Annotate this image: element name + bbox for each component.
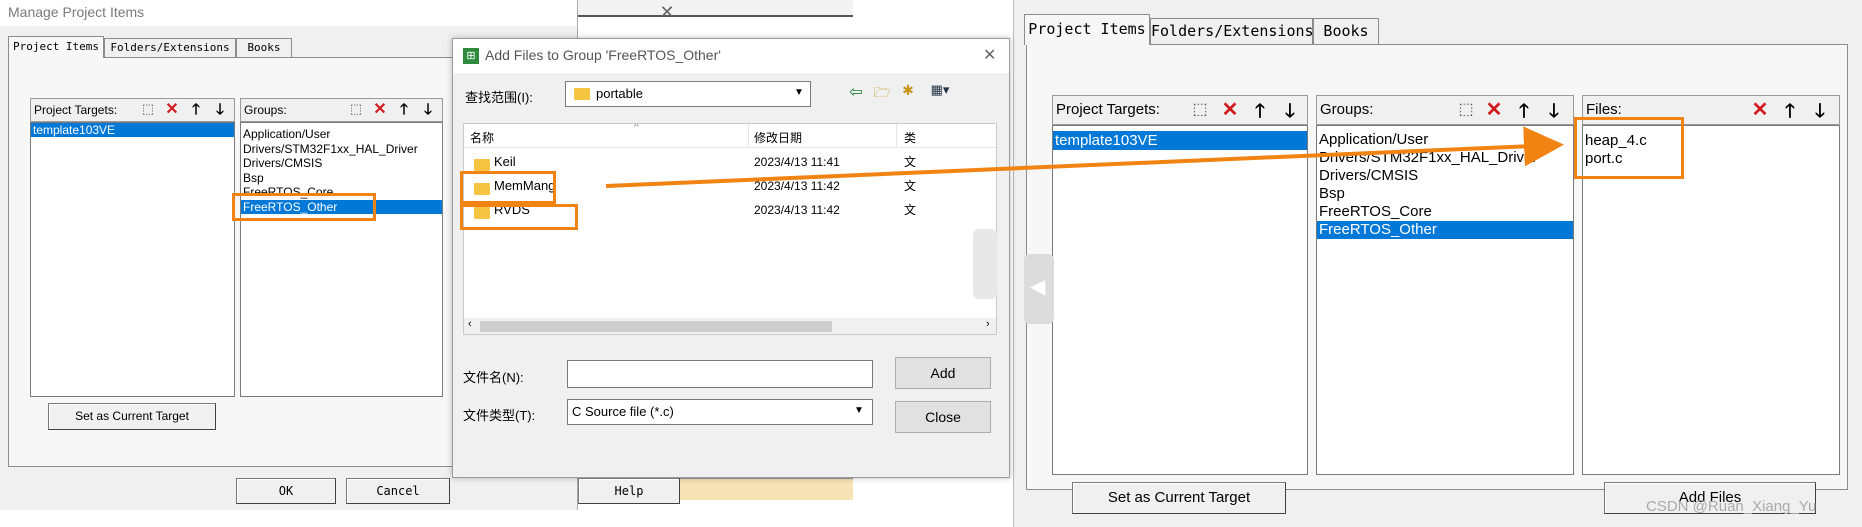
column-date[interactable]: 修改日期 <box>754 129 802 146</box>
list-item[interactable]: Application/User <box>1317 131 1573 149</box>
list-item[interactable]: template103VE <box>31 123 234 137</box>
add-files-title: Add Files to Group 'FreeRTOS_Other' <box>485 47 721 63</box>
list-item-selected[interactable]: FreeRTOS_Other <box>1317 221 1573 239</box>
chevron-down-icon: ▼ <box>854 405 864 416</box>
tab-folders-extensions[interactable]: Folders/Extensions <box>104 38 236 58</box>
arrow-up-icon[interactable]: 🡑 <box>394 99 414 119</box>
look-in-select[interactable]: portable ▼ <box>565 81 811 107</box>
list-item[interactable]: Drivers/CMSIS <box>241 156 442 171</box>
groups-list[interactable]: Application/User Drivers/STM32F1xx_HAL_D… <box>1316 125 1574 475</box>
arrow-down-icon[interactable]: 🡓 <box>1542 97 1566 122</box>
list-item[interactable]: Keil 2023/4/13 11:41 文 <box>464 152 996 172</box>
arrow-up-icon[interactable]: 🡑 <box>1512 97 1536 122</box>
list-item[interactable]: FreeRTOS_Core <box>1317 203 1573 221</box>
project-targets-label: Project Targets: <box>34 103 118 117</box>
scrollbar-thumb[interactable] <box>480 321 832 332</box>
sort-caret-icon: ^ <box>634 123 639 133</box>
up-folder-icon[interactable]: 🗁 <box>871 82 893 104</box>
delete-file-icon[interactable]: ✕ <box>1748 97 1772 121</box>
column-name[interactable]: 名称 <box>470 129 494 146</box>
scroll-right-icon[interactable]: › <box>986 318 990 330</box>
dialog-title: Manage Project Items <box>0 0 577 26</box>
back-arrow-icon[interactable]: ⇦ <box>845 82 867 104</box>
highlight-files <box>1574 117 1684 179</box>
delete-icon[interactable]: ✕ <box>162 99 182 119</box>
arrow-up-icon[interactable]: 🡑 <box>1248 97 1272 122</box>
project-targets-list[interactable]: template103VE <box>1052 125 1308 475</box>
delete-group-icon[interactable]: ✕ <box>370 99 390 119</box>
list-item[interactable]: Drivers/STM32F1xx_HAL_Driver <box>1317 149 1573 167</box>
tab-books[interactable]: Books <box>1313 18 1379 44</box>
watermark: CSDN @Ruan_Xiang_Yu <box>1646 498 1817 515</box>
column-type[interactable]: 类 <box>904 129 916 146</box>
list-item[interactable]: template103VE <box>1053 131 1307 150</box>
background-window-strip <box>578 0 853 17</box>
filename-label: 文件名(N): <box>463 370 524 385</box>
highlight-freertos-other <box>232 193 376 221</box>
new-folder-icon[interactable]: ✱ <box>897 82 919 104</box>
arrow-up-icon[interactable]: 🡑 <box>1778 97 1802 122</box>
filename-input[interactable] <box>567 360 873 388</box>
files-label: Files: <box>1586 101 1622 118</box>
scroll-left-icon[interactable]: ‹ <box>468 318 472 330</box>
tab-project-items[interactable]: Project Items <box>1024 14 1150 45</box>
list-item[interactable]: Bsp <box>241 171 442 186</box>
add-button[interactable]: Add <box>895 357 991 389</box>
cancel-button[interactable]: Cancel <box>346 478 450 504</box>
look-in-label: 查找范围(I): <box>465 90 533 105</box>
new-item-icon[interactable]: ⬚ <box>1188 99 1212 121</box>
set-current-target-button[interactable]: Set as Current Target <box>1072 482 1286 514</box>
groups-list[interactable]: Application/User Drivers/STM32F1xx_HAL_D… <box>240 122 443 397</box>
highlight-rvds <box>460 204 578 230</box>
project-targets-label: Project Targets: <box>1056 101 1160 118</box>
groups-label: Groups: <box>244 103 287 117</box>
groups-label: Groups: <box>1320 101 1374 118</box>
arrow-down-icon[interactable]: 🡓 <box>210 99 230 119</box>
tab-books[interactable]: Books <box>236 38 292 58</box>
close-button[interactable]: Close <box>895 401 991 433</box>
ok-button[interactable]: OK <box>236 478 336 504</box>
add-files-dialog: ⊞ Add Files to Group 'FreeRTOS_Other' ✕ … <box>452 38 1010 478</box>
new-item-icon[interactable]: ⬚ <box>138 101 158 119</box>
file-list-header: 名称 ^ 修改日期 类 <box>464 123 996 148</box>
view-menu-icon[interactable]: ▦▾ <box>923 82 957 104</box>
new-group-icon[interactable]: ⬚ <box>1454 99 1478 121</box>
list-item[interactable]: Application/User <box>241 127 442 142</box>
filetype-select[interactable]: C Source file (*.c) ▼ <box>567 399 873 425</box>
side-scroll-handle[interactable] <box>973 229 997 299</box>
arrow-down-icon[interactable]: 🡓 <box>1278 97 1302 122</box>
list-item[interactable]: Drivers/STM32F1xx_HAL_Driver <box>241 142 442 157</box>
manage-close-icon[interactable]: ✕ <box>657 2 677 22</box>
delete-icon[interactable]: ✕ <box>1218 97 1242 121</box>
folder-icon <box>574 88 590 100</box>
highlight-memmang <box>460 171 556 204</box>
folder-icon <box>474 159 490 171</box>
project-targets-list[interactable]: template103VE <box>30 122 235 397</box>
arrow-up-icon[interactable]: 🡑 <box>186 99 206 119</box>
chevron-down-icon: ▼ <box>794 87 804 98</box>
list-item[interactable]: Bsp <box>1317 185 1573 203</box>
new-group-icon[interactable]: ⬚ <box>346 101 366 119</box>
collapse-handle[interactable]: ◀ <box>1024 254 1054 324</box>
close-icon[interactable]: ✕ <box>983 45 996 65</box>
look-in-value: portable <box>596 86 643 101</box>
chevron-left-icon: ◀ <box>1030 276 1046 298</box>
app-icon: ⊞ <box>463 48 479 64</box>
set-current-target-button[interactable]: Set as Current Target <box>48 403 216 430</box>
tab-folders-extensions[interactable]: Folders/Extensions <box>1150 18 1314 44</box>
arrow-down-icon[interactable]: 🡓 <box>418 99 438 119</box>
arrow-down-icon[interactable]: 🡓 <box>1808 97 1832 122</box>
tab-project-items[interactable]: Project Items <box>8 36 104 58</box>
list-item[interactable]: Drivers/CMSIS <box>1317 167 1573 185</box>
filetype-label: 文件类型(T): <box>463 408 536 423</box>
delete-group-icon[interactable]: ✕ <box>1482 97 1506 121</box>
horizontal-scrollbar[interactable]: ‹ › <box>464 318 996 334</box>
add-files-titlebar: ⊞ Add Files to Group 'FreeRTOS_Other' ✕ <box>453 39 1009 73</box>
help-button[interactable]: Help <box>578 478 680 504</box>
